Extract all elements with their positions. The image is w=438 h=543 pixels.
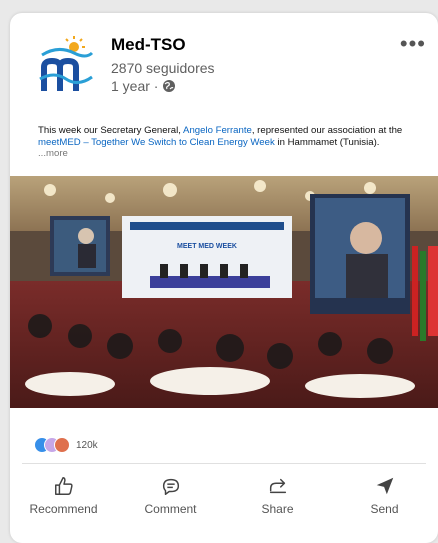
reactions-summary[interactable]: 120k xyxy=(34,437,98,453)
comment-label: Comment xyxy=(144,502,197,516)
post-text-part: This week our Secretary General, xyxy=(38,125,184,136)
celebrate-reaction-icon xyxy=(54,437,70,453)
post-text-part: in Hammamet (Tunisia). xyxy=(274,136,380,148)
more-options-icon[interactable]: ••• xyxy=(400,33,426,55)
post-text: This week our Secretary General, Angelo … xyxy=(38,125,410,160)
globe-icon xyxy=(163,80,176,92)
post-time: 1 year · xyxy=(111,78,159,94)
follower-count: 2870 seguidores xyxy=(111,60,215,76)
comment-button[interactable]: Comment xyxy=(121,475,221,516)
med-tso-logo[interactable] xyxy=(34,33,98,97)
post-card: Med-TSO 2870 seguidores 1 year · ••• Thi… xyxy=(10,13,438,543)
send-icon xyxy=(376,477,393,495)
event-link[interactable]: meetMED – Together We Switch to Clean En… xyxy=(38,137,275,148)
author-name[interactable]: Med-TSO xyxy=(111,35,186,55)
recommend-button[interactable]: Recommend xyxy=(14,475,114,516)
action-bar: Recommend Comment Share Send xyxy=(10,475,438,516)
post-photo[interactable]: MEET MED WEEK xyxy=(10,176,438,408)
share-button[interactable]: Share xyxy=(228,475,328,516)
post-meta: 1 year · xyxy=(111,78,176,94)
see-more-link[interactable]: ...more xyxy=(38,148,68,159)
thumbs-up-icon xyxy=(54,477,73,495)
divider xyxy=(22,463,426,464)
send-button[interactable]: Send xyxy=(335,475,435,516)
share-icon xyxy=(269,478,286,494)
share-label: Share xyxy=(261,502,294,516)
post-text-part: , represented our association at the xyxy=(251,125,403,136)
mention-link[interactable]: Angelo Ferrante xyxy=(183,125,252,136)
recommend-label: Recommend xyxy=(29,502,98,516)
send-label: Send xyxy=(370,502,399,516)
reaction-count: 120k xyxy=(76,439,98,451)
photo-banner-text: MEET MED WEEK xyxy=(177,243,237,250)
comment-icon xyxy=(162,478,179,495)
